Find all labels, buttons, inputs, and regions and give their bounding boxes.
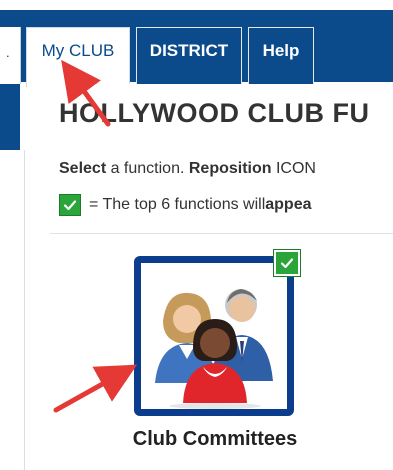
instruction-text-2: ICON (271, 160, 316, 177)
main-content: HOLLYWOOD CLUB FU Select a function. Rep… (30, 84, 393, 470)
tab-district[interactable]: DISTRICT (136, 27, 242, 84)
top-strip (0, 0, 393, 10)
page-title: HOLLYWOOD CLUB FU (59, 98, 370, 128)
tab-help[interactable]: Help (248, 27, 314, 84)
instruction-text: Select a function. Reposition ICON (59, 160, 316, 178)
tab-district-label: DISTRICT (149, 41, 229, 60)
legend-bold: appea (265, 196, 312, 213)
content-divider (50, 233, 393, 234)
tab-my-club-label: My CLUB (41, 41, 115, 60)
legend-text-part: = The top 6 functions will (89, 196, 266, 213)
legend-text: = The top 6 functions will appea (59, 194, 312, 216)
sidebar-divider (24, 150, 25, 470)
instruction-bold-select: Select (59, 160, 107, 177)
club-committees-tile[interactable] (134, 256, 294, 416)
tile-checkmark-icon[interactable] (274, 250, 300, 276)
left-tab-glyph: . (6, 45, 10, 60)
people-group-icon (155, 289, 273, 409)
sidebar-edge (0, 84, 20, 150)
tab-help-label: Help (262, 41, 300, 60)
checkmark-icon (59, 194, 81, 216)
left-tab-stub[interactable]: . (0, 27, 21, 84)
tab-my-club[interactable]: My CLUB (26, 27, 130, 87)
instruction-bold-reposition: Reposition (188, 160, 272, 177)
tile-label[interactable]: Club Committees (100, 428, 330, 451)
instruction-text-1: a function. (106, 160, 189, 177)
